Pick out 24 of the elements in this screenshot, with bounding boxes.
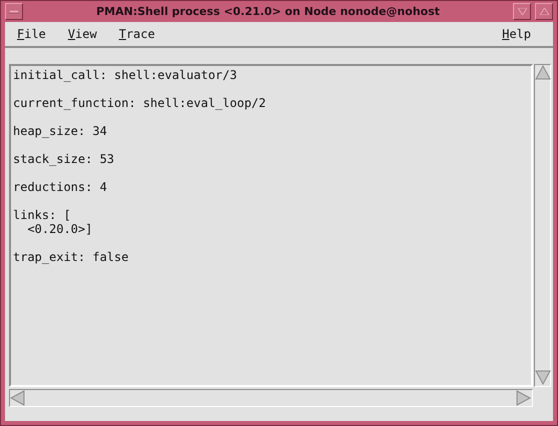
menu-item[interactable]: View	[62, 27, 103, 41]
minimize-button[interactable]	[513, 3, 531, 20]
scroll-up-arrow-icon[interactable]	[535, 65, 551, 81]
info-text: initial_call: shell:evaluator/3	[13, 68, 238, 82]
info-text: reductions: 4	[13, 180, 108, 194]
info-text: links: [ <0.20.0>]	[13, 208, 94, 236]
info-text: heap_size: 34	[13, 124, 108, 138]
menu-item[interactable]: Trace	[112, 27, 161, 41]
down-triangle-icon	[518, 8, 526, 15]
vertical-scrollbar[interactable]	[534, 64, 551, 387]
bar-icon	[9, 10, 19, 14]
window-title: PMAN:Shell process <0.21.0> on Node nonode@nohost	[95, 5, 441, 18]
window-menu-button[interactable]	[5, 3, 23, 20]
info-text: current_function: shell:eval_loop/2	[13, 96, 267, 110]
scroll-right-arrow-icon[interactable]	[516, 390, 532, 406]
maximize-button[interactable]	[535, 3, 553, 20]
up-triangle-icon	[540, 8, 548, 15]
scroll-down-arrow-icon[interactable]	[535, 370, 551, 386]
menu-item[interactable]: Help	[496, 27, 537, 41]
horizontal-scrollbar[interactable]	[9, 389, 533, 407]
menu-item[interactable]: File	[11, 27, 52, 41]
scroll-left-arrow-icon[interactable]	[10, 390, 26, 406]
info-text: trap_exit: false	[13, 250, 130, 264]
info-text: stack_size: 53	[13, 152, 116, 166]
